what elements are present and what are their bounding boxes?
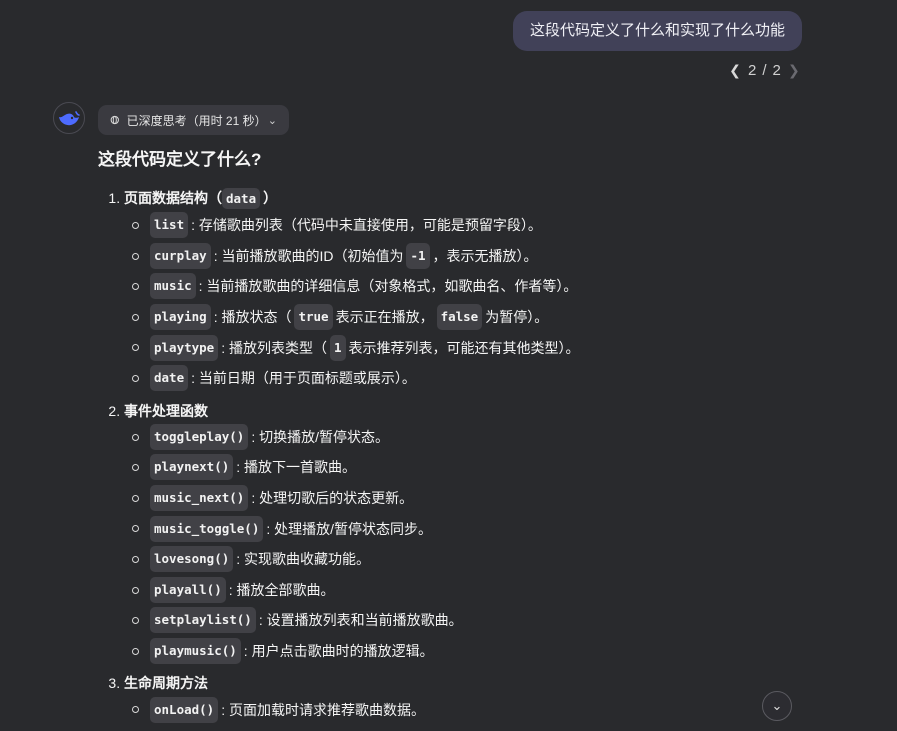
section-items: onLoad(): 页面加载时请求推荐歌曲数据。 — [124, 694, 798, 725]
inline-code: music — [150, 273, 196, 300]
section-data-structure: 页面数据结构（data） list: 存储歌曲列表（代码中未直接使用，可能是预留… — [124, 187, 798, 394]
list-item: toggleplay(): 切换播放/暂停状态。 — [132, 422, 798, 453]
inline-code: toggleplay() — [150, 423, 249, 450]
inline-code: false — [436, 304, 483, 331]
inline-code: curplay — [150, 242, 211, 269]
scroll-to-bottom-button[interactable]: ⌄ — [762, 691, 792, 721]
list-item: playall(): 播放全部歌曲。 — [132, 575, 798, 606]
inline-code: list — [150, 212, 189, 239]
list-item: playing: 播放状态（ true 表示正在播放， false 为暂停）。 — [132, 302, 798, 333]
inline-code: lovesong() — [150, 546, 234, 573]
deep-think-icon — [110, 115, 119, 125]
section-lifecycle: 生命周期方法 onLoad(): 页面加载时请求推荐歌曲数据。 — [124, 672, 798, 725]
list-item: setplaylist(): 设置播放列表和当前播放歌曲。 — [132, 605, 798, 636]
list-item: music_toggle(): 处理播放/暂停状态同步。 — [132, 513, 798, 544]
list-item: playtype: 播放列表类型（ 1 表示推荐列表，可能还有其他类型）。 — [132, 332, 798, 363]
inline-code: setplaylist() — [150, 607, 256, 634]
inline-code: -1 — [406, 242, 430, 269]
chevron-down-icon: ⌄ — [267, 114, 277, 127]
answer-heading: 这段代码定义了什么? — [98, 150, 262, 169]
section-title: 生命周期方法 — [124, 675, 208, 692]
deep-think-label: 已深度思考（用时 21 秒） — [126, 113, 267, 128]
list-item: music_next(): 处理切歌后的状态更新。 — [132, 483, 798, 514]
list-item: lovesong(): 实现歌曲收藏功能。 — [132, 544, 798, 575]
inline-code: onLoad() — [150, 696, 219, 723]
pager-total: 2 — [772, 62, 781, 79]
inline-code: date — [150, 365, 189, 392]
section-title: 事件处理函数 — [124, 402, 208, 419]
list-item: playmusic(): 用户点击歌曲时的播放逻辑。 — [132, 636, 798, 667]
inline-code: playmusic() — [150, 638, 241, 665]
pager-current: 2 — [748, 62, 757, 79]
list-item: date: 当前日期（用于页面标题或展示）。 — [132, 363, 798, 394]
inline-code: music_next() — [150, 485, 249, 512]
response-pager: ❮ 2 / 2 ❯ — [728, 62, 801, 79]
inline-code: music_toggle() — [150, 515, 264, 542]
inline-code: playtype — [150, 334, 219, 361]
list-item: curplay: 当前播放歌曲的ID（初始值为 -1 ，表示无播放）。 — [132, 241, 798, 272]
arrow-down-icon: ⌄ — [771, 698, 783, 713]
inline-code: playnext() — [150, 454, 234, 481]
inline-code: data — [222, 188, 261, 209]
deep-think-toggle[interactable]: 已深度思考（用时 21 秒） ⌄ — [98, 105, 289, 135]
section-title: 页面数据结构（data） — [124, 187, 798, 210]
whale-logo-icon — [59, 111, 80, 126]
chevron-right-icon[interactable]: ❯ — [787, 62, 801, 79]
assistant-answer: 这段代码定义了什么? 页面数据结构（data） list: 存储歌曲列表（代码中… — [98, 148, 798, 731]
inline-code: playall() — [150, 576, 226, 603]
pager-separator: / — [762, 62, 767, 79]
chevron-left-icon[interactable]: ❮ — [728, 62, 742, 79]
section-items: list: 存储歌曲列表（代码中未直接使用，可能是预留字段）。 curplay:… — [124, 210, 798, 394]
section-event-handlers: 事件处理函数 toggleplay(): 切换播放/暂停状态。 playnext… — [124, 400, 798, 667]
list-item: onLoad(): 页面加载时请求推荐歌曲数据。 — [132, 694, 798, 725]
user-message-bubble: 这段代码定义了什么和实现了什么功能 — [512, 11, 802, 51]
answer-sections: 页面数据结构（data） list: 存储歌曲列表（代码中未直接使用，可能是预留… — [98, 187, 798, 725]
inline-code: playing — [150, 304, 211, 331]
assistant-avatar — [53, 102, 85, 134]
inline-code: 1 — [330, 334, 346, 361]
list-item: music: 当前播放歌曲的详细信息（对象格式，如歌曲名、作者等）。 — [132, 271, 798, 302]
section-items: toggleplay(): 切换播放/暂停状态。 playnext(): 播放下… — [124, 422, 798, 667]
list-item: playnext(): 播放下一首歌曲。 — [132, 452, 798, 483]
list-item: list: 存储歌曲列表（代码中未直接使用，可能是预留字段）。 — [132, 210, 798, 241]
inline-code: true — [294, 304, 333, 331]
